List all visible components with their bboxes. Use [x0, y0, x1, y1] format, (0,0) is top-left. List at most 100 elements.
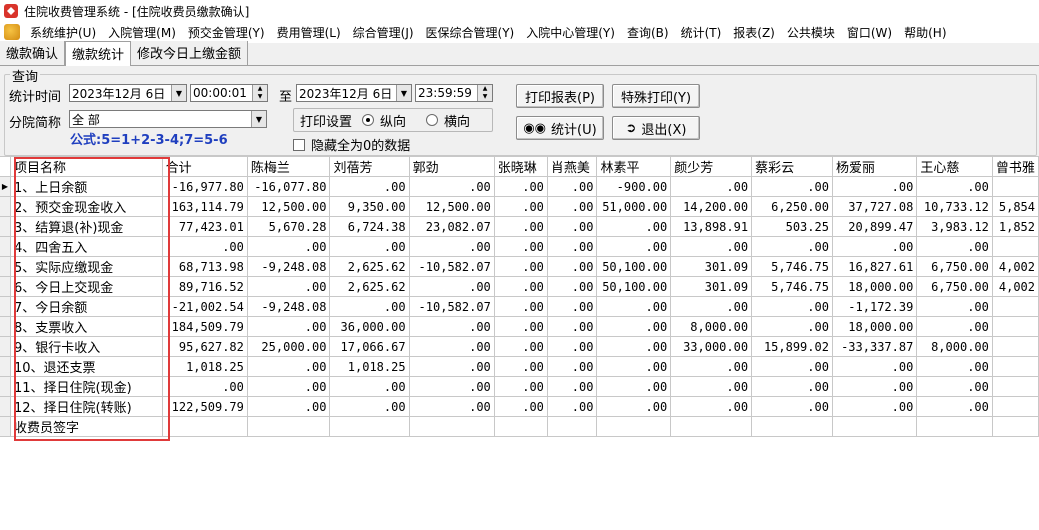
column-header-cashier[interactable]: 王心慈 [916, 156, 993, 177]
table-cell[interactable]: .00 [547, 316, 598, 337]
menu-system[interactable]: 系统维护(U) [24, 24, 102, 41]
table-cell[interactable] [247, 416, 331, 437]
row-indicator[interactable] [0, 196, 11, 217]
row-item-name[interactable]: 6、今日上交现金 [10, 276, 163, 297]
table-cell[interactable]: .00 [494, 196, 548, 217]
table-row[interactable]: 12、择日住院(转账) 122,509.79.00.00.00.00.00.00.… [0, 396, 1039, 417]
table-cell[interactable]: .00 [494, 256, 548, 277]
row-indicator[interactable] [0, 356, 11, 377]
table-cell[interactable]: .00 [329, 396, 410, 417]
table-cell[interactable]: 33,000.00 [670, 336, 753, 357]
spin-updown-icon[interactable]: ▲ ▼ [252, 85, 267, 101]
table-cell[interactable]: 68,713.98 [162, 256, 248, 277]
table-cell[interactable] [992, 316, 1039, 337]
table-row[interactable]: 10、退还支票 1,018.25.00 1,018.25.00.00.00.00.0… [0, 356, 1039, 377]
table-row[interactable]: 7、今日余额 -21,002.54 -9,248.08.00 -10,582.07.0… [0, 296, 1039, 317]
table-cell[interactable]: 5,670.28 [247, 216, 331, 237]
table-cell[interactable]: .00 [916, 296, 993, 317]
statistics-button[interactable]: ◉◉ 统计(U) [516, 116, 604, 140]
table-cell[interactable]: -16,977.80 [162, 176, 248, 197]
table-cell[interactable]: .00 [751, 376, 833, 397]
table-cell[interactable]: 3,983.12 [916, 216, 993, 237]
table-row[interactable]: ▶ 1、上日余额 -16,977.80 -16,077.80.00.00.00.00-… [0, 176, 1039, 197]
table-cell[interactable]: .00 [547, 376, 598, 397]
menu-deposit[interactable]: 预交金管理(Y) [182, 24, 271, 41]
table-cell[interactable]: 77,423.01 [162, 216, 248, 237]
table-cell[interactable]: .00 [162, 236, 248, 257]
table-cell[interactable]: 6,750.00 [916, 276, 993, 297]
table-cell[interactable]: .00 [247, 356, 331, 377]
row-indicator[interactable] [0, 256, 11, 277]
table-cell[interactable]: .00 [547, 396, 598, 417]
table-row[interactable]: 9、银行卡收入 95,627.82 25,000.00 17,066.67.00.00… [0, 336, 1039, 357]
end-date-picker[interactable]: 2023年12月 6日 ▼ [296, 84, 412, 102]
table-cell[interactable]: 89,716.52 [162, 276, 248, 297]
table-cell[interactable]: .00 [916, 176, 993, 197]
table-cell[interactable]: .00 [547, 256, 598, 277]
table-cell[interactable]: .00 [409, 276, 495, 297]
menu-window[interactable]: 窗口(W) [841, 24, 898, 41]
exit-button[interactable]: ➲ 退出(X) [612, 116, 700, 140]
table-cell[interactable]: 23,082.07 [409, 216, 495, 237]
row-item-name[interactable]: 5、实际应缴现金 [10, 256, 163, 277]
table-cell[interactable]: 2,625.62 [329, 276, 410, 297]
table-cell[interactable]: .00 [832, 376, 918, 397]
table-cell[interactable]: 301.09 [670, 276, 753, 297]
tab-payment-confirm[interactable]: 缴款确认 [0, 41, 66, 65]
landscape-label[interactable]: 横向 [444, 111, 470, 130]
portrait-radio[interactable] [362, 114, 375, 126]
table-cell[interactable]: 15,899.02 [751, 336, 833, 357]
table-cell[interactable]: .00 [329, 296, 410, 317]
column-header-cashier[interactable]: 林素平 [596, 156, 672, 177]
menu-admission[interactable]: 入院管理(M) [102, 24, 182, 41]
table-cell[interactable]: .00 [409, 396, 495, 417]
table-cell[interactable]: 20,899.47 [832, 216, 918, 237]
table-cell[interactable]: .00 [494, 316, 548, 337]
row-item-name[interactable]: 10、退还支票 [10, 356, 163, 377]
column-header-cashier[interactable]: 肖燕美 [547, 156, 598, 177]
table-row[interactable]: 3、结算退(补)现金 77,423.01 5,670.28 6,724.38 23,08… [0, 216, 1039, 237]
menu-admission-center[interactable]: 入院中心管理(Y) [520, 24, 621, 41]
row-item-name[interactable]: 4、四舍五入 [10, 236, 163, 257]
table-cell[interactable]: .00 [547, 356, 598, 377]
table-cell[interactable]: .00 [670, 376, 753, 397]
table-cell[interactable]: .00 [916, 376, 993, 397]
table-cell[interactable]: 16,827.61 [832, 256, 918, 277]
row-indicator[interactable] [0, 316, 11, 337]
table-cell[interactable]: -10,582.07 [409, 296, 495, 317]
table-cell[interactable]: .00 [162, 376, 248, 397]
hide-zero-checkbox[interactable] [293, 139, 305, 151]
table-cell[interactable]: 1,018.25 [162, 356, 248, 377]
menu-statistics[interactable]: 统计(T) [675, 24, 728, 41]
table-cell[interactable]: .00 [494, 296, 548, 317]
column-header-cashier[interactable]: 陈梅兰 [247, 156, 331, 177]
column-header-cashier[interactable]: 郭劲 [409, 156, 495, 177]
table-cell[interactable]: .00 [596, 356, 672, 377]
table-cell[interactable]: 12,500.00 [247, 196, 331, 217]
table-cell[interactable] [916, 416, 993, 437]
table-cell[interactable]: .00 [670, 176, 753, 197]
table-cell[interactable]: .00 [329, 376, 410, 397]
menu-common[interactable]: 公共模块 [781, 24, 841, 41]
table-cell[interactable]: .00 [916, 316, 993, 337]
chevron-down-icon[interactable]: ▼ [171, 85, 186, 101]
table-cell[interactable]: 6,724.38 [329, 216, 410, 237]
table-cell[interactable]: .00 [596, 376, 672, 397]
stats-grid[interactable]: 项目名称 合计 陈梅兰 刘蓓芳 郭劲 张晓琳 肖燕美 林素平 颜少芳 蔡彩云 杨爱丽 王心慈 曾书雅 ▶… [0, 156, 1039, 530]
menu-reports[interactable]: 报表(Z) [727, 24, 781, 41]
table-row[interactable]: 5、实际应缴现金 68,713.98 -9,248.08 2,625.62 -10,58… [0, 256, 1039, 277]
table-cell[interactable]: .00 [547, 336, 598, 357]
column-header-cashier[interactable]: 蔡彩云 [751, 156, 833, 177]
row-item-name[interactable]: 9、银行卡收入 [10, 336, 163, 357]
hide-zero-label[interactable]: 隐藏全为0的数据 [311, 139, 410, 154]
table-cell[interactable]: .00 [409, 376, 495, 397]
table-cell[interactable]: .00 [832, 356, 918, 377]
table-cell[interactable]: .00 [916, 356, 993, 377]
table-cell[interactable]: .00 [751, 396, 833, 417]
system-logo-icon[interactable] [4, 24, 20, 40]
table-cell[interactable]: 5,746.75 [751, 256, 833, 277]
special-print-button[interactable]: 特殊打印(Y) [612, 84, 700, 108]
table-cell[interactable]: .00 [329, 236, 410, 257]
table-cell[interactable]: 13,898.91 [670, 216, 753, 237]
table-cell[interactable]: 14,200.00 [670, 196, 753, 217]
